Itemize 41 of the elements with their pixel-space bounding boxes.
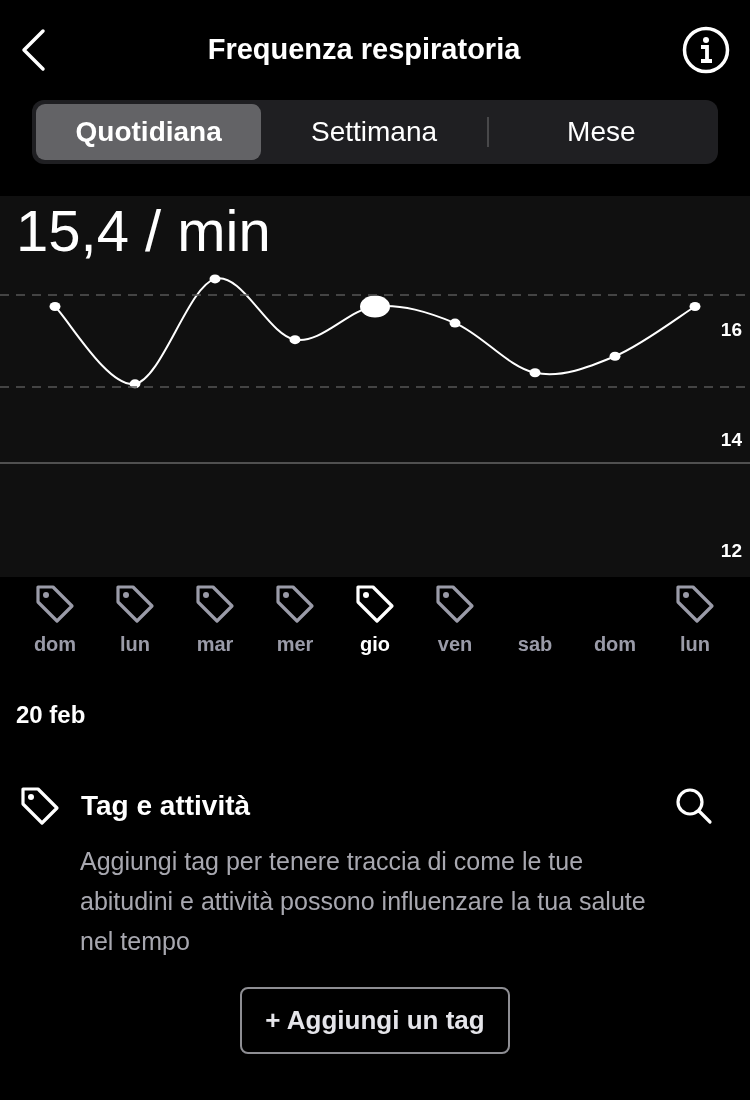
data-point[interactable] [609,351,621,361]
axis-label: 14 [720,429,742,451]
data-point[interactable] [129,379,141,389]
tag-icon[interactable] [674,583,716,625]
tag-icon[interactable] [434,583,476,625]
section-description: Aggiungi tag per tenere traccia di come le tue abitudini e attività possono influenzare la tua salute nel tempo [80,846,647,957]
screen-title: Frequenza respiratoria [207,32,521,68]
day-label[interactable]: gio [360,629,390,659]
data-point[interactable] [209,274,221,284]
day-label[interactable]: lun [120,629,150,659]
tag-icon[interactable] [354,583,396,625]
axis-label: 16 [720,318,742,340]
data-point[interactable] [689,302,701,311]
axis-label: 12 [720,539,742,561]
day-label[interactable]: dom [593,629,637,659]
back-icon[interactable] [20,28,46,72]
day-label[interactable]: lun [680,629,710,659]
tag-icon[interactable] [194,583,236,625]
info-icon[interactable] [682,26,730,74]
day-label[interactable]: ven [437,629,473,659]
tag-icon [19,785,61,827]
date-label: 20 feb [16,700,87,730]
day-label[interactable]: dom [33,629,77,659]
tag-icon[interactable] [274,583,316,625]
day-label[interactable]: mer [276,629,314,659]
tab[interactable]: Quotidiana [36,104,262,160]
data-point[interactable] [49,302,61,311]
search-icon[interactable] [674,786,714,826]
data-point[interactable] [360,295,390,318]
tag-icon[interactable] [34,583,76,625]
tab[interactable]: Settimana [261,104,487,160]
day-label[interactable]: mar [196,629,234,659]
data-point[interactable] [289,335,301,345]
add-tag-button[interactable]: + Aggiungi un tag [240,987,510,1054]
section-title: Tag e attività [81,789,252,823]
tag-icon[interactable] [114,583,156,625]
breathing-rate-value: 15,4 / min [16,202,271,260]
data-point[interactable] [529,368,541,378]
data-point[interactable] [449,318,461,328]
tab[interactable]: Mese [488,104,714,160]
day-label[interactable]: sab [517,629,553,659]
